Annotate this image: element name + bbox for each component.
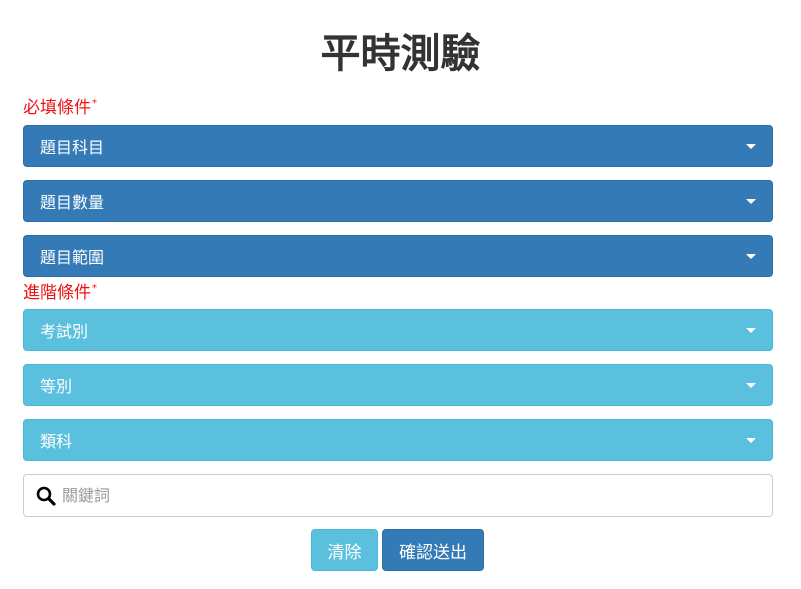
caret-down-icon <box>746 253 756 259</box>
exam-type-dropdown-label: 考試別 <box>40 322 89 341</box>
quiz-page: 平時測驗 必填條件* 題目科目 題目數量 題目範圍 進階條件* 考試別 等別 類… <box>0 0 801 589</box>
keyword-input[interactable] <box>62 480 772 511</box>
page-title: 平時測驗 <box>320 31 481 77</box>
advanced-marker: * <box>92 283 97 294</box>
category-dropdown-label: 類科 <box>40 432 73 451</box>
caret-down-icon <box>746 327 756 333</box>
keyword-search-box <box>23 474 773 517</box>
caret-down-icon <box>746 437 756 443</box>
required-marker: * <box>92 98 97 109</box>
clear-button[interactable]: 清除 <box>311 529 378 571</box>
question-count-dropdown-label: 題目數量 <box>40 193 105 212</box>
question-count-dropdown[interactable]: 題目數量 <box>23 180 773 222</box>
caret-down-icon <box>746 143 756 149</box>
advanced-section-label: 進階條件* <box>23 282 97 304</box>
question-range-dropdown[interactable]: 題目範圍 <box>23 235 773 277</box>
required-section-label: 必填條件* <box>23 97 97 119</box>
required-section-text: 必填條件 <box>23 98 91 118</box>
grade-dropdown-label: 等別 <box>40 377 73 396</box>
subject-dropdown[interactable]: 題目科目 <box>23 125 773 167</box>
question-range-dropdown-label: 題目範圍 <box>40 248 105 267</box>
exam-type-dropdown[interactable]: 考試別 <box>23 309 773 351</box>
subject-dropdown-label: 題目科目 <box>40 138 105 157</box>
advanced-section-text: 進階條件 <box>23 283 91 303</box>
category-dropdown[interactable]: 類科 <box>23 419 773 461</box>
grade-dropdown[interactable]: 等別 <box>23 364 773 406</box>
caret-down-icon <box>746 198 756 204</box>
submit-button[interactable]: 確認送出 <box>382 529 484 571</box>
caret-down-icon <box>746 382 756 388</box>
search-icon <box>36 486 56 506</box>
